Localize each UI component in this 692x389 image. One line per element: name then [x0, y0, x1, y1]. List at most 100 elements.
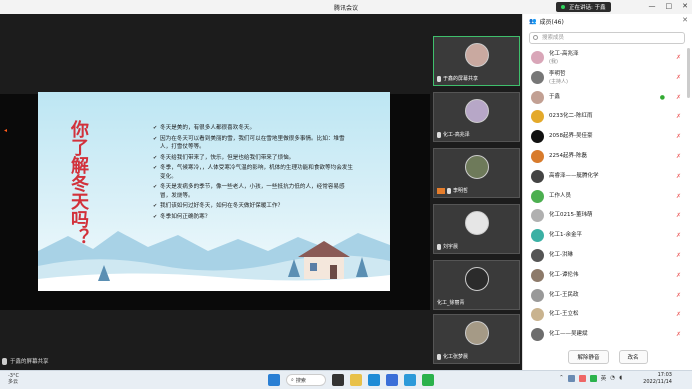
camera-off-icon [437, 187, 445, 194]
member-row[interactable]: 化工-谭伦伟 ✗ [523, 266, 692, 286]
mic-muted-icon[interactable]: ✗ [676, 173, 681, 180]
volume-icon[interactable]: ◖ [619, 375, 622, 381]
avatar [531, 70, 544, 84]
members-header: 👥 成员(46) [529, 17, 564, 26]
mic-muted-icon[interactable]: ✗ [676, 193, 681, 200]
screen-share-label: 于鑫的屏幕共享 [2, 357, 49, 365]
member-name: 0233化二-陈红雨 [549, 113, 593, 120]
avatar [465, 43, 489, 67]
member-row[interactable]: 化工——吴建斌 ✗ [523, 325, 692, 345]
member-row[interactable]: 2058起界-吴佳豪 ✗ [523, 127, 692, 147]
video-tile[interactable]: 化工-高兆泽 [433, 92, 520, 142]
taskbar-clock[interactable]: 17:03 2022/11/14 [643, 372, 672, 386]
minimize-button[interactable]: — [649, 2, 656, 10]
close-button[interactable]: ✕ [682, 2, 688, 10]
mic-muted-icon[interactable]: ✗ [676, 252, 681, 259]
avatar [465, 99, 489, 123]
taskbar: -3°C 多云 ⌕ 搜索 ⌃ 英 ◔ ◖ 17:03 2022/11/14 [0, 370, 692, 389]
tile-label: 化工张梦晨 [437, 353, 468, 360]
member-name: 化工-谭伦伟 [549, 271, 579, 278]
slide-bullet: 我们该如何过好冬天，如何在冬天做好保暖工作？ [153, 202, 353, 211]
member-row[interactable]: 化工-洪琳 ✗ [523, 246, 692, 266]
member-row[interactable]: 高睿泽——艇腾化学 ✗ [523, 167, 692, 187]
mic-icon [2, 357, 7, 365]
avatar [531, 169, 544, 183]
slide-bullet-list: 冬天是美的，有很多人都很喜欢冬天。 因为在冬天可以看到美丽的雪，我们可以在雪地里… [153, 124, 353, 223]
member-row[interactable]: 于鑫 ● ✗ [523, 88, 692, 108]
slide-bullet: 冬季，气候寒冷，，人体受寒冷气温的影响，机体的生理功能和食欲等均会发生变化。 [153, 164, 353, 181]
search-icon: ⌕ [291, 377, 294, 383]
video-tile[interactable]: 化工张梦晨 [433, 314, 520, 364]
meeting-app: 腾讯会议 正在讲话: 于鑫 — □ ✕ ◂ 你了解冬天吗？ 冬天是美的，有很多人… [0, 0, 692, 389]
member-row[interactable]: 化工1-余金平 ✗ [523, 226, 692, 246]
member-row[interactable]: 化工-王民政 ✗ [523, 286, 692, 306]
member-name: 工作人员 [549, 192, 572, 199]
slide-bullet: 冬天给我们带来了，快乐，但是也给我们带来了烦恼。 [153, 154, 353, 163]
task-view-icon[interactable] [332, 374, 344, 386]
video-tile[interactable]: 于鑫的屏幕共享 [433, 36, 520, 86]
member-row[interactable]: 化工-王立松 ✗ [523, 305, 692, 325]
taskbar-search[interactable]: ⌕ 搜索 [286, 374, 326, 386]
tile-name: 化工张梦晨 [443, 354, 469, 360]
mic-muted-icon[interactable]: ✗ [676, 272, 681, 279]
video-tile[interactable]: 李明哲 [433, 148, 520, 198]
mic-muted-icon[interactable]: ✗ [676, 54, 681, 61]
member-row[interactable]: 李明哲 (主持人) ✗ [523, 68, 692, 88]
video-tiles-column: 于鑫的屏幕共享 化工-高兆泽 李明哲 刘宇晨 化工_徐丽青 化工张梦晨 [430, 14, 522, 370]
member-row[interactable]: 工作人员 ✗ [523, 187, 692, 207]
member-row[interactable]: 化工0215-董玮萌 ✗ [523, 206, 692, 226]
mic-muted-icon[interactable]: ✗ [676, 94, 681, 101]
tray-app-icon[interactable] [567, 374, 575, 382]
taskbar-search-label: 搜索 [295, 377, 306, 384]
mic-active-icon[interactable]: ● [660, 94, 665, 101]
maximize-button[interactable]: □ [666, 2, 673, 10]
mic-muted-icon[interactable]: ✗ [676, 153, 681, 160]
member-row[interactable]: 化工-高兆泽 (我) ✗ [523, 48, 692, 68]
avatar [531, 149, 544, 163]
avatar [465, 267, 489, 291]
winter-landscape-illustration [38, 231, 390, 291]
close-panel-icon[interactable]: ✕ [682, 16, 688, 24]
avatar [465, 155, 489, 179]
tile-label: 化工-高兆泽 [437, 131, 470, 138]
store-icon[interactable] [386, 374, 398, 386]
rename-button[interactable]: 改名 [618, 350, 648, 364]
tray-app-icon[interactable] [578, 374, 586, 382]
mic-muted-icon[interactable]: ✗ [676, 113, 681, 120]
tile-name: 化工-高兆泽 [443, 132, 470, 138]
wifi-icon[interactable]: ◔ [610, 375, 615, 381]
mic-muted-icon[interactable]: ✗ [676, 292, 681, 299]
tray-chevron-icon[interactable]: ⌃ [559, 375, 564, 381]
mic-muted-icon[interactable]: ✗ [676, 74, 681, 81]
system-tray: ⌃ 英 ◔ ◖ [559, 374, 622, 382]
mic-icon [437, 243, 441, 250]
member-role: (主持人) [549, 78, 568, 85]
member-search-input[interactable]: 搜索成员 [529, 32, 685, 44]
unmute-all-button[interactable]: 解除静音 [568, 350, 609, 364]
edge-browser-icon[interactable] [368, 374, 380, 386]
mic-muted-icon[interactable]: ✗ [676, 133, 681, 140]
member-row[interactable]: 0233化二-陈红雨 ✗ [523, 107, 692, 127]
video-tile[interactable]: 刘宇晨 [433, 204, 520, 254]
mic-muted-icon[interactable]: ✗ [676, 212, 681, 219]
ime-indicator[interactable]: 英 [601, 374, 607, 382]
mic-muted-icon[interactable]: ✗ [676, 331, 681, 338]
member-name: 化工1-余金平 [549, 232, 582, 239]
tile-label: 李明哲 [437, 187, 468, 194]
member-row[interactable]: 2254起界-陈磊 ✗ [523, 147, 692, 167]
mic-muted-icon[interactable]: ✗ [676, 232, 681, 239]
tencent-meeting-icon[interactable] [404, 374, 416, 386]
mic-icon [447, 187, 451, 194]
file-explorer-icon[interactable] [350, 374, 362, 386]
mic-icon [437, 131, 441, 138]
video-tile[interactable]: 化工_徐丽青 [433, 260, 520, 310]
wechat-icon[interactable] [422, 374, 434, 386]
tray-app-icon[interactable] [589, 374, 597, 382]
avatar [531, 90, 544, 104]
windows-start-icon[interactable] [268, 374, 280, 386]
mic-muted-icon[interactable]: ✗ [676, 311, 681, 318]
speaking-indicator: 正在讲话: 于鑫 [556, 2, 611, 12]
weather-widget[interactable]: -3°C 多云 [8, 373, 19, 385]
mic-icon [437, 75, 441, 82]
avatar [531, 248, 544, 262]
